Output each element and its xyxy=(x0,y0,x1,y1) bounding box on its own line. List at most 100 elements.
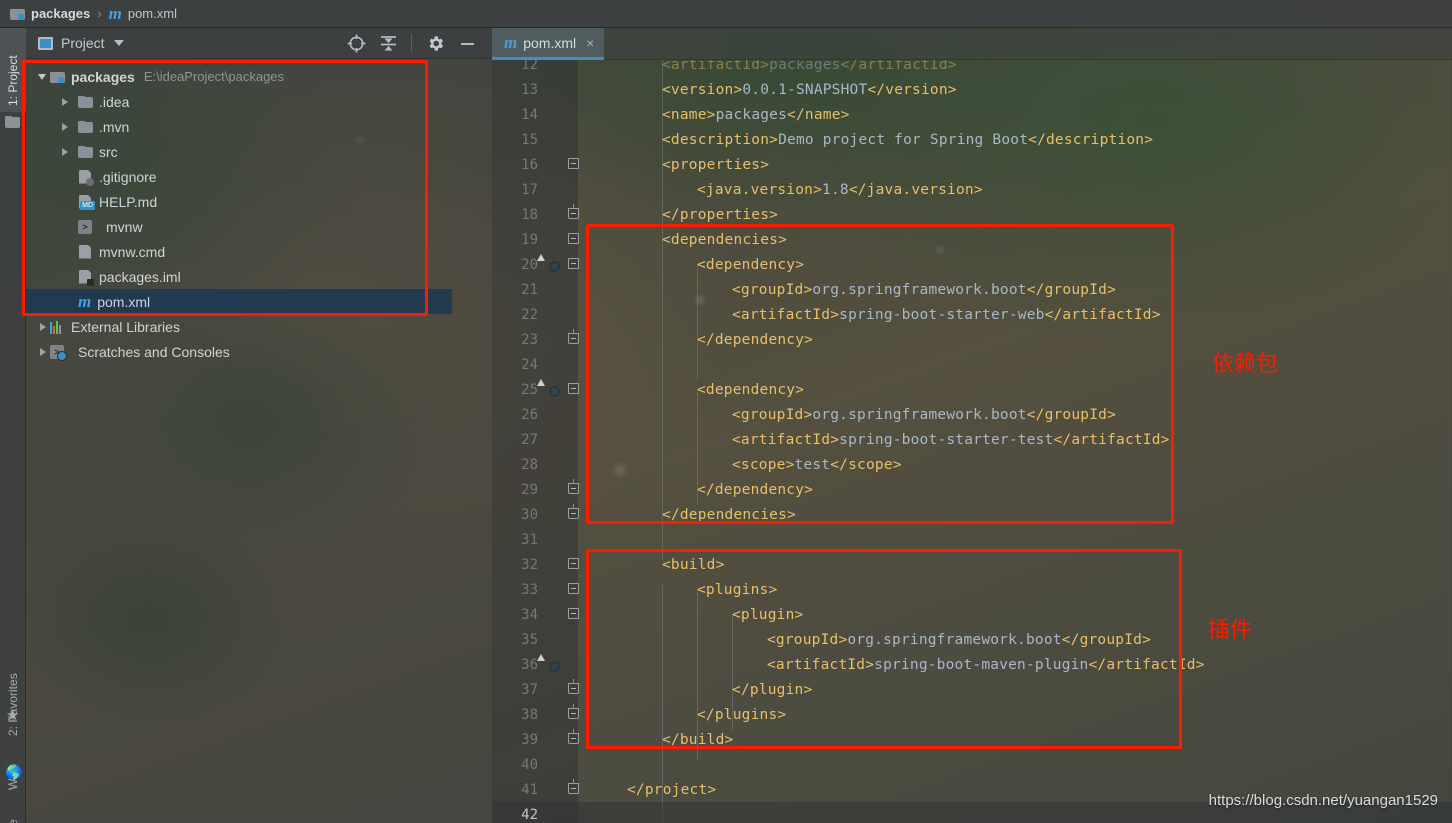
code-line-40[interactable]: 40 xyxy=(492,752,1452,777)
sidebar-item-favorites[interactable]: 2: Favorites xyxy=(0,638,26,742)
code-line-27[interactable]: 27 <artifactId>spring-boot-starter-test</… xyxy=(492,427,1452,452)
minimize-icon[interactable] xyxy=(454,30,480,56)
code-line-29[interactable]: 29 </dependency> xyxy=(492,477,1452,502)
line-number: 32 xyxy=(521,556,538,573)
code-line-26[interactable]: 26 <groupId>org.springframework.boot</gro… xyxy=(492,402,1452,427)
code-line-18[interactable]: 18 </properties> xyxy=(492,202,1452,227)
code-line-25[interactable]: 25 <dependency> xyxy=(492,377,1452,402)
breadcrumb-item-file[interactable]: m pom.xml xyxy=(109,5,177,22)
line-number: 14 xyxy=(521,106,538,123)
code-line-16[interactable]: 16 <properties> xyxy=(492,152,1452,177)
chevron-right-icon[interactable] xyxy=(58,95,72,109)
tree-row-packages[interactable]: packages E:\ideaProject\packages xyxy=(26,64,492,89)
tree-row-mvnw-cmd[interactable]: mvnw.cmd xyxy=(26,239,492,264)
line-number: 31 xyxy=(521,531,538,548)
fold-marker-expanded[interactable] xyxy=(568,258,581,271)
code-line-35[interactable]: 35 <groupId>org.springframework.boot</gro… xyxy=(492,627,1452,652)
collapse-all-icon[interactable] xyxy=(375,30,401,56)
code-line-30[interactable]: 30 </dependencies> xyxy=(492,502,1452,527)
code-text: <artifactId>spring-boot-starter-web</art… xyxy=(732,306,1161,323)
locate-target-icon[interactable] xyxy=(343,30,369,56)
line-number: 22 xyxy=(521,306,538,323)
shell-script-icon: > xyxy=(78,220,92,234)
breadcrumb-item-project[interactable]: packages xyxy=(10,6,90,21)
plugins-callout-label: 插件 xyxy=(1208,618,1253,643)
fold-marker-expanded[interactable] xyxy=(568,608,581,621)
code-line-38[interactable]: 38 </plugins> xyxy=(492,702,1452,727)
project-panel-title-group[interactable]: Project xyxy=(26,35,124,51)
code-line-14[interactable]: 14 <name>packages</name> xyxy=(492,102,1452,127)
fold-marker-end[interactable] xyxy=(568,504,581,521)
fold-marker-end[interactable] xyxy=(568,329,581,346)
code-line-28[interactable]: 28 <scope>test</scope> xyxy=(492,452,1452,477)
tree-row-mvnw[interactable]: > mvnw xyxy=(26,214,492,239)
fold-marker-expanded[interactable] xyxy=(568,383,581,396)
line-number: 25 xyxy=(521,381,538,398)
code-text: <dependency> xyxy=(697,381,805,398)
breadcrumb: packages › m pom.xml xyxy=(0,0,1452,28)
gear-icon[interactable] xyxy=(422,30,448,56)
fold-marker-end[interactable] xyxy=(568,729,581,746)
fold-marker-end[interactable] xyxy=(568,679,581,696)
fold-marker-expanded[interactable] xyxy=(568,233,581,246)
breadcrumb-separator: › xyxy=(97,6,102,21)
code-text: </plugins> xyxy=(697,706,787,723)
tree-row-help-md[interactable]: MD HELP.md xyxy=(26,189,492,214)
code-line-33[interactable]: 33 <plugins> xyxy=(492,577,1452,602)
sidebar-item-project[interactable]: 1: Project xyxy=(0,28,26,112)
code-line-12[interactable]: 12 <artifactId>packages</artifactId> xyxy=(492,60,1452,77)
sidebar-item-structure[interactable]: ...cture xyxy=(0,814,26,823)
maven-reimport-icon[interactable] xyxy=(544,381,561,398)
code-line-31[interactable]: 31 xyxy=(492,527,1452,552)
fold-marker-expanded[interactable] xyxy=(568,158,581,171)
project-panel-title: Project xyxy=(61,35,105,51)
fold-marker-expanded[interactable] xyxy=(568,558,581,571)
fold-marker-end[interactable] xyxy=(568,479,581,496)
maven-reimport-icon[interactable] xyxy=(544,656,561,673)
code-line-13[interactable]: 13 <version>0.0.1-SNAPSHOT</version> xyxy=(492,77,1452,102)
code-line-39[interactable]: 39 </build> xyxy=(492,727,1452,752)
code-line-19[interactable]: 19 <dependencies> xyxy=(492,227,1452,252)
fold-marker-end[interactable] xyxy=(568,779,581,796)
maven-reimport-icon[interactable] xyxy=(544,256,561,273)
tab-pom-xml[interactable]: m pom.xml × xyxy=(492,28,605,60)
tree-row-idea[interactable]: .idea xyxy=(26,89,492,114)
close-icon[interactable]: × xyxy=(586,35,594,51)
chevron-right-icon[interactable] xyxy=(36,345,50,359)
code-line-17[interactable]: 17 <java.version>1.8</java.version> xyxy=(492,177,1452,202)
tree-row-mvn[interactable]: .mvn xyxy=(26,114,492,139)
code-line-21[interactable]: 21 <groupId>org.springframework.boot</gro… xyxy=(492,277,1452,302)
chevron-right-icon[interactable] xyxy=(36,320,50,334)
fold-marker-end[interactable] xyxy=(568,704,581,721)
code-line-24[interactable]: 24 xyxy=(492,352,1452,377)
code-line-23[interactable]: 23 </dependency> xyxy=(492,327,1452,352)
code-line-36[interactable]: 36 <artifactId>spring-boot-maven-plugin</… xyxy=(492,652,1452,677)
scratches-icon: > xyxy=(50,345,67,361)
code-line-32[interactable]: 32 <build> xyxy=(492,552,1452,577)
tree-row-src[interactable]: src xyxy=(26,139,492,164)
code-text: <description>Demo project for Spring Boo… xyxy=(662,131,1154,148)
line-number: 37 xyxy=(521,681,538,698)
tree-row-scratches-and-consoles[interactable]: > Scratches and Consoles xyxy=(26,339,492,364)
code-line-20[interactable]: 20 <dependency> xyxy=(492,252,1452,277)
chevron-right-icon[interactable] xyxy=(58,145,72,159)
chevron-right-icon[interactable] xyxy=(58,120,72,134)
code-line-15[interactable]: 15 <description>Demo project for Spring B… xyxy=(492,127,1452,152)
tree-row-external-libraries[interactable]: External Libraries xyxy=(26,314,492,339)
fold-marker-expanded[interactable] xyxy=(568,583,581,596)
code-line-34[interactable]: 34 <plugin> xyxy=(492,602,1452,627)
code-line-37[interactable]: 37 </plugin> xyxy=(492,677,1452,702)
tree-label: .gitignore xyxy=(99,168,157,185)
code-line-22[interactable]: 22 <artifactId>spring-boot-starter-web</a… xyxy=(492,302,1452,327)
tree-row-packages-iml[interactable]: packages.iml xyxy=(26,264,492,289)
code-editor[interactable]: 12 <artifactId>packages</artifactId> 13 <ve… xyxy=(492,60,1452,823)
fold-marker-end[interactable] xyxy=(568,204,581,221)
tree-row-gitignore[interactable]: .gitignore xyxy=(26,164,492,189)
line-number: 34 xyxy=(521,606,538,623)
chevron-down-icon[interactable] xyxy=(113,40,124,46)
editor-area: m pom.xml × 12 <artifactId>packages</arti… xyxy=(492,28,1452,823)
chevron-down-icon[interactable] xyxy=(36,70,50,84)
code-text: </plugin> xyxy=(732,681,813,698)
tree-row-pom-xml[interactable]: m pom.xml xyxy=(26,289,452,314)
line-number: 23 xyxy=(521,331,538,348)
